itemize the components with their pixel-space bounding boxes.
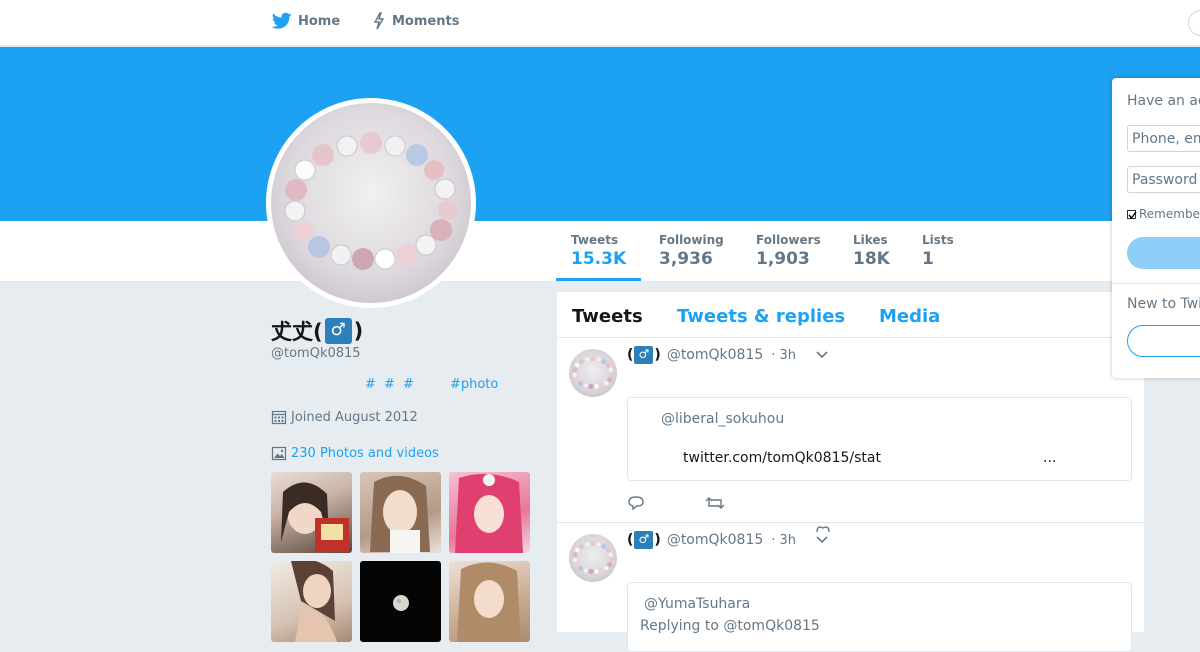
bracelet-photo [572, 540, 615, 575]
tweet-header: (♂) @tomQk0815 · 3h [627, 346, 828, 364]
stat-label: Lists [922, 233, 954, 247]
photos-and-videos-link[interactable]: 230 Photos and videos [271, 445, 439, 461]
photo-thumbnail[interactable] [449, 472, 530, 553]
retweet-icon[interactable] [705, 495, 725, 511]
profile-joined-date: Joined August 2012 [271, 409, 418, 425]
tweet-actions [627, 495, 785, 511]
login-panel: Have an account? Remember me New to Twit… [1112, 78, 1200, 378]
tweet-avatar[interactable] [569, 534, 617, 582]
nav-moments[interactable]: Moments [372, 12, 459, 30]
profile-bio: # # # #photo [365, 377, 498, 392]
profile-name-suffix: ) [353, 319, 364, 343]
profile-stats-bar: Tweets 15.3K Following 3,936 Followers 1… [0, 221, 1200, 282]
stat-value: 1,903 [756, 249, 810, 269]
twitter-bird-icon [272, 12, 292, 29]
remember-me-checkbox[interactable]: Remember me [1127, 207, 1200, 221]
tab-tweets-and-replies[interactable]: Tweets & replies [677, 306, 845, 327]
heart-icon[interactable] [815, 517, 831, 536]
tweet-author-handle[interactable]: @tomQk0815 [667, 347, 763, 363]
login-button[interactable] [1127, 237, 1200, 269]
stat-label: Tweets [571, 233, 619, 247]
username-field[interactable] [1127, 125, 1200, 152]
name-open: ( [627, 347, 634, 363]
tab-media[interactable]: Media [879, 306, 940, 327]
stat-likes[interactable]: Likes 18K [853, 233, 890, 269]
tweet-avatar[interactable] [569, 349, 617, 397]
stat-value: 18K [853, 249, 890, 269]
male-symbol-icon: ♂ [324, 318, 352, 344]
thumbnail-image [370, 475, 430, 553]
name-close: ) [654, 532, 661, 548]
remember-me-label: Remember me [1139, 207, 1200, 221]
tweets-timeline: Tweets Tweets & replies Media (♂) @tomQk… [557, 292, 1144, 652]
nav-home[interactable]: Home [272, 12, 340, 30]
quoted-tweet-ellipsis: ... [1043, 450, 1057, 466]
photos-link-label: 230 Photos and videos [291, 445, 439, 461]
bracelet-photo [572, 355, 615, 390]
stat-value: 3,936 [659, 249, 713, 269]
male-symbol-icon: ♂ [634, 346, 654, 364]
tweet-timestamp[interactable]: · 3h [771, 348, 796, 363]
login-divider [1112, 283, 1200, 284]
timeline-tabs: Tweets Tweets & replies Media [557, 292, 1144, 338]
top-navigation: Home Moments [0, 0, 1200, 46]
name-open: ( [627, 532, 634, 548]
stat-following[interactable]: Following 3,936 [659, 233, 724, 269]
quoted-tweet-user: @YumaTsuhara [644, 596, 751, 612]
joined-label: Joined August 2012 [291, 409, 418, 425]
checkbox-icon[interactable] [1127, 209, 1137, 219]
login-title: Have an account? [1127, 93, 1200, 109]
tweet[interactable]: (♂) @tomQk0815 · 3h @YumaTsuhara Replyin… [557, 523, 1144, 652]
image-icon [271, 446, 287, 461]
stat-label: Following [659, 233, 724, 247]
quoted-tweet-link[interactable]: twitter.com/tomQk0815/stat [683, 450, 881, 466]
nav-moments-label: Moments [392, 13, 460, 29]
tweet-author-name[interactable]: (♂) [627, 531, 661, 549]
photo-thumbnail[interactable] [360, 472, 441, 553]
bio-hashtag-photo[interactable]: #photo [450, 377, 498, 392]
stat-value: 1 [922, 249, 934, 269]
stat-label: Likes [853, 233, 888, 247]
nav-account-avatar[interactable] [1188, 10, 1200, 36]
chevron-down-icon[interactable] [816, 348, 828, 363]
profile-name: 𠀋𠀋(♂) [271, 316, 363, 346]
tweet-timestamp[interactable]: · 3h [771, 533, 796, 548]
profile-handle[interactable]: @tomQk0815 [271, 346, 361, 361]
profile-name-prefix: 𠀋𠀋( [271, 320, 323, 344]
bio-hashtags[interactable]: # # # [365, 377, 414, 392]
name-close: ) [654, 347, 661, 363]
new-to-twitter-label: New to Twitter? [1127, 296, 1200, 312]
password-field[interactable] [1127, 166, 1200, 193]
quoted-tweet-replying-to: Replying to @tomQk0815 [640, 618, 820, 634]
tweet-header: (♂) @tomQk0815 · 3h [627, 531, 828, 549]
stat-followers[interactable]: Followers 1,903 [756, 233, 821, 269]
thumbnail-image [455, 473, 523, 553]
nav-home-label: Home [298, 13, 341, 29]
reply-icon[interactable] [627, 495, 645, 511]
quoted-tweet[interactable]: @liberal_sokuhou twitter.com/tomQk0815/s… [627, 397, 1132, 481]
profile-avatar[interactable] [266, 98, 476, 308]
tab-tweets[interactable]: Tweets [572, 306, 643, 327]
thumbnail-image [281, 482, 349, 552]
quoted-tweet[interactable]: @YumaTsuhara Replying to @tomQk0815 [627, 582, 1132, 652]
stat-label: Followers [756, 233, 821, 247]
stat-lists[interactable]: Lists 1 [922, 233, 954, 269]
stat-value: 15.3K [571, 249, 627, 269]
quoted-tweet-user: @liberal_sokuhou [661, 411, 785, 427]
calendar-icon [271, 410, 287, 425]
stat-tweets[interactable]: Tweets 15.3K [555, 233, 642, 281]
tweet-author-handle[interactable]: @tomQk0815 [667, 532, 763, 548]
bracelet-photo [284, 132, 458, 270]
signup-button[interactable] [1127, 325, 1200, 357]
tweet[interactable]: (♂) @tomQk0815 · 3h @liberal_sokuhou twi… [557, 338, 1144, 523]
lightning-icon [373, 12, 385, 30]
tweet-author-name[interactable]: (♂) [627, 346, 661, 364]
photo-thumbnail[interactable] [271, 472, 352, 553]
male-symbol-icon: ♂ [634, 531, 654, 549]
profile-header-banner [0, 47, 1200, 221]
